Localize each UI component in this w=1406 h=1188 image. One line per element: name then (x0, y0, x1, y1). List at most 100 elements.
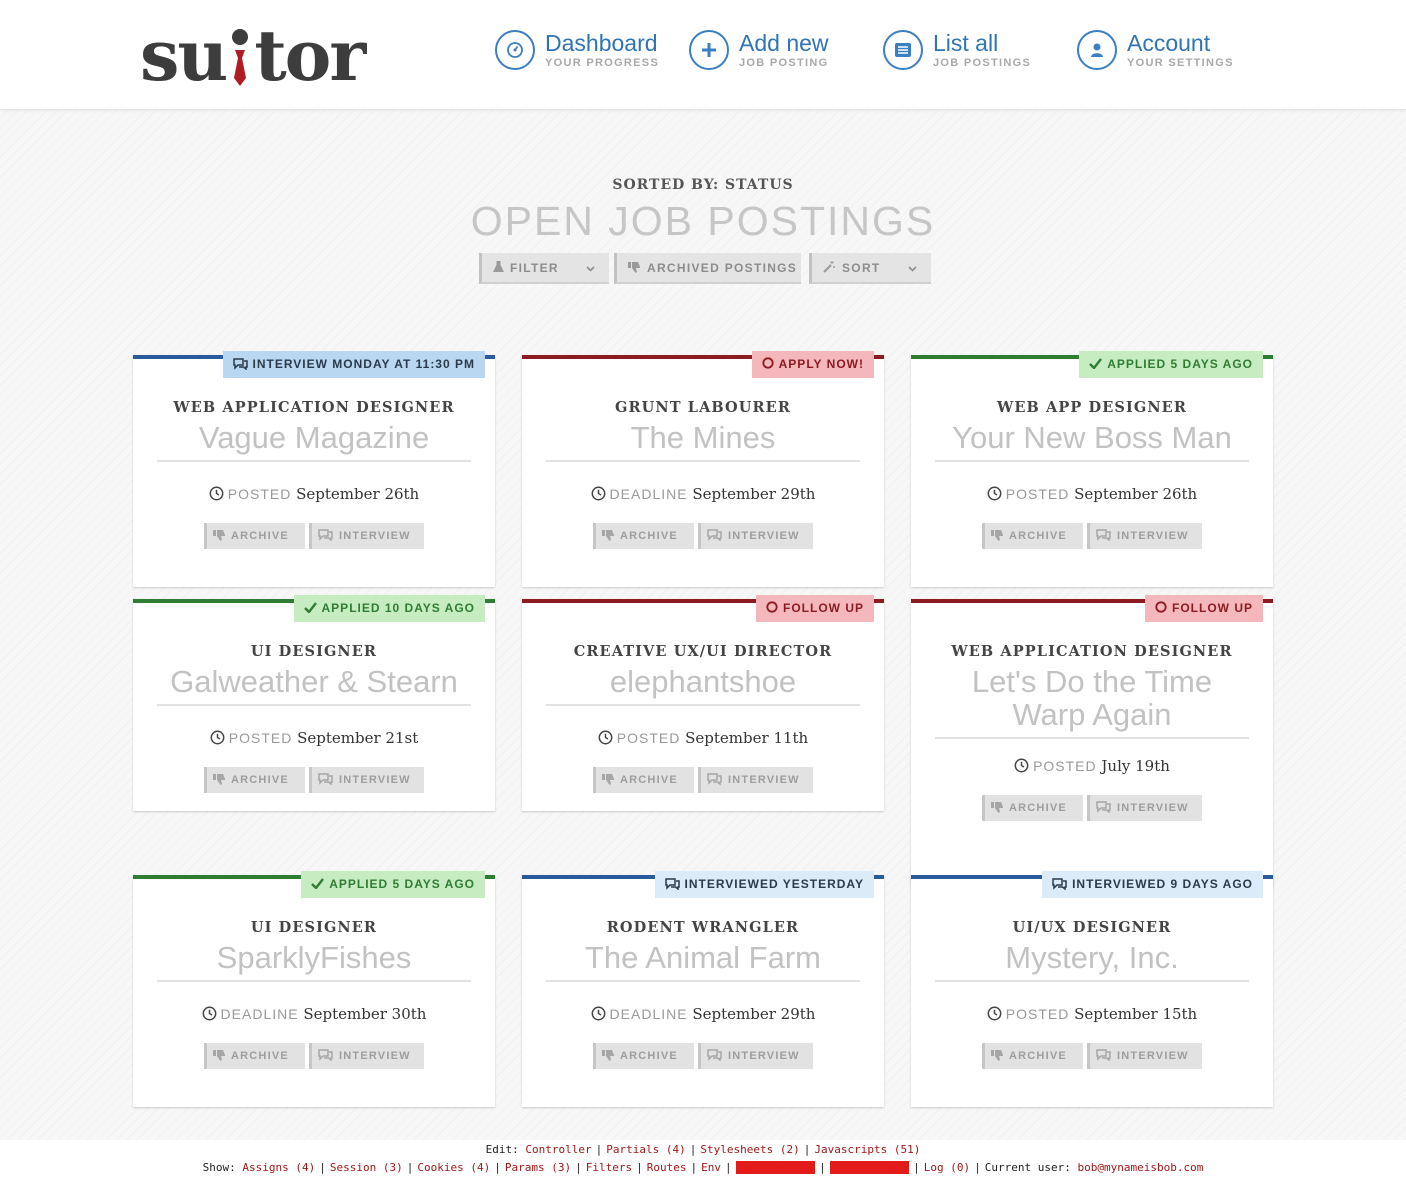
date-value: September 21st (297, 729, 419, 747)
archived-postings-button[interactable]: ARCHIVED POSTINGS (614, 253, 801, 284)
archive-button[interactable]: ARCHIVE (204, 767, 305, 793)
archive-label: ARCHIVE (231, 774, 289, 786)
company-name[interactable]: elephantshoe (546, 665, 860, 706)
status-badge: APPLIED 10 DAYS AGO (293, 595, 485, 622)
status-badge-text: INTERVIEWED YESTERDAY (684, 877, 864, 891)
filter-button[interactable]: FILTER (479, 253, 609, 284)
interview-button[interactable]: INTERVIEW (698, 523, 813, 549)
archive-button[interactable]: ARCHIVE (593, 767, 694, 793)
edit-javascripts-link[interactable]: Javascripts (51) (814, 1143, 920, 1156)
company-name[interactable]: The Mines (546, 421, 860, 462)
job-card[interactable]: INTERVIEWED 9 DAYS AGO UI/UX DESIGNER Myst… (911, 871, 1273, 1107)
status-badge: FOLLOW UP (1145, 595, 1263, 622)
company-name[interactable]: SparklyFishes (157, 941, 471, 982)
interview-button[interactable]: INTERVIEW (1087, 1043, 1202, 1069)
log-link[interactable]: Log (0) (924, 1161, 970, 1174)
date-label: POSTED (227, 486, 292, 502)
company-name[interactable]: The Animal Farm (546, 941, 860, 982)
edit-partials-link[interactable]: Partials (4) (606, 1143, 685, 1156)
list-icon (883, 30, 923, 70)
job-card[interactable]: APPLIED 10 DAYS AGO UI DESIGNER Galweather… (133, 595, 495, 811)
job-title: WEB APP DESIGNER (997, 399, 1187, 416)
job-card[interactable]: INTERVIEWED YESTERDAY RODENT WRANGLER The … (522, 871, 884, 1107)
interview-button[interactable]: INTERVIEW (1087, 523, 1202, 549)
archived-label: ARCHIVED POSTINGS (647, 261, 798, 275)
job-card[interactable]: APPLIED 5 DAYS AGO UI DESIGNER SparklyFish… (133, 871, 495, 1107)
interview-button[interactable]: INTERVIEW (1087, 795, 1202, 821)
job-card[interactable]: FOLLOW UP WEB APPLICATION DESIGNER Let's D… (911, 595, 1273, 887)
app-header: su tor Dashboard YOUR PROGRESS Add new JO… (0, 0, 1406, 110)
archive-button[interactable]: ARCHIVE (204, 1043, 305, 1069)
db-link-redacted[interactable]: DB (37.36ms) (829, 1161, 910, 1174)
archive-button[interactable]: ARCHIVE (593, 1043, 694, 1069)
interview-button[interactable]: INTERVIEW (309, 767, 424, 793)
show-routes-link[interactable]: Routes (647, 1161, 687, 1174)
clock-icon (591, 1006, 605, 1021)
queries-link-redacted[interactable]: Queries (12) (735, 1161, 816, 1174)
chat-icon (707, 1049, 722, 1062)
status-badge: FOLLOW UP (756, 595, 874, 622)
chevron-down-icon (908, 253, 917, 284)
job-card[interactable]: INTERVIEW MONDAY AT 11:30 PM WEB APPLICAT… (133, 351, 495, 587)
posting-date: POSTED September 26th (911, 485, 1273, 503)
company-name[interactable]: Let's Do the Time Warp Again (935, 665, 1249, 739)
edit-controller-link[interactable]: Controller (525, 1143, 591, 1156)
sort-button[interactable]: SORT (809, 253, 931, 284)
company-name[interactable]: Mystery, Inc. (935, 941, 1249, 982)
edit-stylesheets-link[interactable]: Stylesheets (2) (700, 1143, 799, 1156)
company-name[interactable]: Your New Boss Man (935, 421, 1249, 462)
interview-button[interactable]: INTERVIEW (698, 767, 813, 793)
nav-account-title: Account (1127, 30, 1211, 56)
show-assigns-link[interactable]: Assigns (4) (242, 1161, 315, 1174)
page-title: OPEN JOB POSTINGS (470, 198, 936, 244)
company-name[interactable]: Vague Magazine (157, 421, 471, 462)
clock-icon (987, 486, 1002, 501)
nav-account-sub: YOUR SETTINGS (1127, 57, 1234, 69)
job-card[interactable]: APPLY NOW! GRUNT LABOURER The Mines DEADLIN… (522, 351, 884, 587)
archive-button[interactable]: ARCHIVE (982, 523, 1083, 549)
nav-add-new-title: Add new (739, 30, 829, 56)
suitor-logo[interactable]: su tor (140, 20, 366, 92)
interview-label: INTERVIEW (1117, 1050, 1189, 1062)
archive-button[interactable]: ARCHIVE (982, 1043, 1083, 1069)
posting-date: POSTED September 21st (133, 729, 495, 747)
interview-button[interactable]: INTERVIEW (309, 1043, 424, 1069)
job-title: WEB APPLICATION DESIGNER (173, 399, 455, 416)
date-label: POSTED (228, 730, 293, 746)
show-label: Show: (202, 1161, 236, 1174)
thumbs-down-icon (991, 530, 1003, 541)
thumbs-down-icon (602, 530, 614, 541)
job-title: UI DESIGNER (250, 643, 378, 660)
job-title: GRUNT LABOURER (615, 399, 791, 416)
show-env-link[interactable]: Env (701, 1161, 721, 1174)
chat-icon (664, 878, 680, 891)
status-badge: INTERVIEW MONDAY AT 11:30 PM (222, 351, 485, 378)
job-title: UI DESIGNER (250, 919, 378, 936)
interview-button[interactable]: INTERVIEW (309, 523, 424, 549)
nav-dashboard-title: Dashboard (545, 30, 658, 56)
date-label: DEADLINE (609, 486, 688, 502)
show-filters-link[interactable]: Filters (586, 1161, 632, 1174)
archive-button[interactable]: ARCHIVE (593, 523, 694, 549)
status-badge: INTERVIEWED YESTERDAY (654, 871, 874, 898)
archive-label: ARCHIVE (620, 530, 678, 542)
date-label: POSTED (1005, 1006, 1070, 1022)
company-name[interactable]: Galweather & Stearn (157, 665, 471, 706)
show-session-link[interactable]: Session (3) (330, 1161, 403, 1174)
chat-icon (1096, 1049, 1111, 1062)
current-user-link[interactable]: bob@mynameisbob.com (1078, 1161, 1204, 1174)
interview-label: INTERVIEW (728, 774, 800, 786)
logo-text-right: tor (254, 14, 366, 97)
thumbs-down-icon (213, 530, 225, 541)
sort-label: SORT (842, 261, 881, 275)
job-card[interactable]: FOLLOW UP CREATIVE UX/UI DIRECTOR elephant… (522, 595, 884, 811)
archive-button[interactable]: ARCHIVE (204, 523, 305, 549)
show-params-link[interactable]: Params (3) (505, 1161, 571, 1174)
archive-button[interactable]: ARCHIVE (982, 795, 1083, 821)
status-badge-text: APPLIED 5 DAYS AGO (329, 877, 475, 891)
job-card[interactable]: APPLIED 5 DAYS AGO WEB APP DESIGNER Your N… (911, 351, 1273, 587)
show-cookies-link[interactable]: Cookies (4) (417, 1161, 490, 1174)
interview-button[interactable]: INTERVIEW (698, 1043, 813, 1069)
chat-icon (707, 529, 722, 542)
user-icon (1077, 30, 1117, 70)
